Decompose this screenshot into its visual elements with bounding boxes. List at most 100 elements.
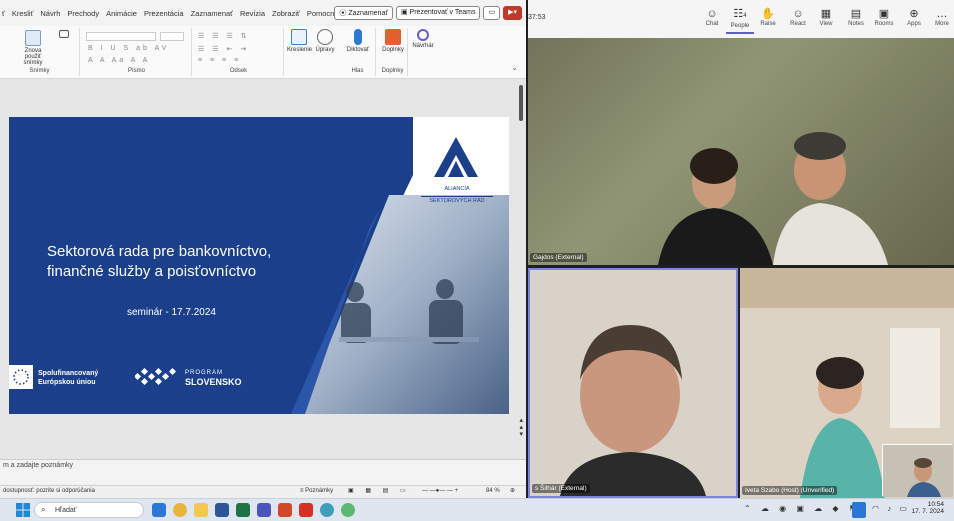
font-name-select[interactable] xyxy=(86,32,156,41)
powerpoint-window: ť Kresliť Návrh Prechody Animácie Prezen… xyxy=(0,0,526,498)
align-buttons[interactable]: ≡ ≡ ≡ ≡ xyxy=(198,57,241,64)
color-buttons[interactable]: A A Aa A A xyxy=(88,57,150,64)
people-icon: ☷4 xyxy=(726,8,754,23)
video-feed xyxy=(530,270,736,496)
self-video-feed xyxy=(883,445,953,497)
participant-tile[interactable]: Iveta Szabo (Host) (Unverified) xyxy=(740,268,954,498)
accessibility-status[interactable]: dostupnosť: pozrite si odporúčania xyxy=(3,488,95,494)
rooms-button[interactable]: ▣ Rooms xyxy=(870,8,898,27)
menu-item[interactable]: Revízia xyxy=(240,9,265,18)
participant-tile[interactable]: Gajdos (External) xyxy=(528,38,954,265)
comments-icon[interactable]: ▭ xyxy=(483,6,501,20)
microphone-icon xyxy=(354,29,362,45)
participant-name: Gajdos (External) xyxy=(530,253,587,262)
file-explorer-icon[interactable] xyxy=(194,503,208,517)
excel-icon[interactable] xyxy=(236,503,250,517)
chrome-icon[interactable] xyxy=(173,503,187,517)
zoom-slider[interactable]: — —●— — + xyxy=(422,488,458,494)
ppt-menubar: ť Kresliť Návrh Prechody Animácie Prezen… xyxy=(0,0,526,26)
menu-item[interactable]: Prezentácia xyxy=(144,9,184,18)
view-button[interactable]: ▦ View xyxy=(812,8,840,27)
fit-slide-icon[interactable]: ⊕ xyxy=(510,487,515,494)
logo-text-2: SEKTOROVÝCH RÁD xyxy=(421,196,493,204)
program-text-2: SLOVENSKO xyxy=(185,377,242,387)
react-button[interactable]: ☺ React xyxy=(784,8,812,27)
menu-item[interactable]: Animácie xyxy=(106,9,137,18)
network-volume-battery-icons[interactable]: ◠ ♪ ▭ xyxy=(872,504,910,513)
addins-icon xyxy=(385,29,401,45)
taskbar-clock[interactable]: 10:54 17. 7. 2024 xyxy=(908,501,944,515)
rooms-icon: ▣ xyxy=(878,8,890,20)
layout-icon[interactable] xyxy=(56,30,72,40)
designer-label: Návrhár xyxy=(412,43,434,49)
zoom-level[interactable]: 84 % xyxy=(486,488,500,494)
teams-icon[interactable] xyxy=(257,503,271,517)
people-glyph: ☷ xyxy=(733,8,744,20)
ribbon-group-addins: Doplnky Doplnky xyxy=(378,28,408,76)
present-label: Prezentovať v Teams xyxy=(409,9,476,16)
acrobat-icon[interactable] xyxy=(299,503,313,517)
reuse-slides-label: Znova použiť snímky xyxy=(23,48,43,66)
taskbar-search[interactable]: ⌕ Hľadať xyxy=(34,502,144,518)
app-icon[interactable] xyxy=(341,503,355,517)
windows-start-icon[interactable] xyxy=(16,503,30,517)
participant-tile[interactable]: s Šilhár (External) xyxy=(528,268,738,498)
word-icon[interactable] xyxy=(215,503,229,517)
menu-item[interactable]: Kresliť xyxy=(12,9,34,18)
dictate-label: Diktovať xyxy=(346,47,370,53)
notes-placeholder: m a zadajte poznámky xyxy=(3,462,74,469)
react-label: React xyxy=(790,21,806,27)
designer-button[interactable]: Návrhár xyxy=(410,29,436,49)
apps-icon: ⊕ xyxy=(909,8,919,20)
notes-toggle-button[interactable]: ≡ Poznámky xyxy=(300,488,333,494)
people-count: 4 xyxy=(743,13,747,19)
present-slideshow-button[interactable]: ▶▾ xyxy=(503,6,522,20)
menu-item[interactable]: Zaznamenať xyxy=(191,9,233,18)
record-button[interactable]: ⦿ Zaznamenať xyxy=(334,6,393,20)
microphone-tray-icon[interactable] xyxy=(852,502,866,518)
raise-hand-button[interactable]: ✋ Raise xyxy=(754,8,782,27)
self-view-tile[interactable] xyxy=(882,444,953,497)
teams-app-icon[interactable] xyxy=(152,503,166,517)
more-button[interactable]: … More xyxy=(928,8,954,27)
chat-button[interactable]: ☺ Chat xyxy=(698,8,726,27)
edge-icon[interactable] xyxy=(320,503,334,517)
reuse-slides-button[interactable]: Znova použiť snímky xyxy=(18,30,48,66)
more-icon: … xyxy=(936,8,948,20)
slide-nav-arrows[interactable]: ▴ ▴ ▾ xyxy=(519,417,523,438)
notes-button[interactable]: ▤ Notes xyxy=(842,8,870,27)
group-label: Písmo xyxy=(127,68,145,74)
menu-item[interactable]: ť xyxy=(2,9,5,18)
present-in-teams-button[interactable]: ▣ Prezentovať v Teams xyxy=(395,6,481,20)
system-tray[interactable]: ⌃ ☁ ◉ ▣ ☁ ◆ ⚑ xyxy=(744,504,860,513)
editing-button[interactable]: Úpravy xyxy=(314,29,336,53)
powerpoint-icon[interactable] xyxy=(278,503,292,517)
eu-text-1: Spolufinancovaný xyxy=(38,370,99,377)
ppt-header-buttons: ⦿ Zaznamenať ▣ Prezentovať v Teams ▭ ▶▾ xyxy=(334,6,522,20)
menu-item[interactable]: Prechody xyxy=(67,9,99,18)
menu-item[interactable]: Zobraziť xyxy=(272,9,300,18)
drawing-button[interactable]: Kreslenie xyxy=(287,29,312,53)
scrollbar-thumb[interactable] xyxy=(519,85,523,121)
people-button[interactable]: ☷4 People xyxy=(726,8,754,34)
notes-pane[interactable]: m a zadajte poznámky xyxy=(0,459,526,485)
menu-item[interactable]: Návrh xyxy=(40,9,60,18)
list-buttons[interactable]: ☰ ☰ ☰ ⇅ xyxy=(198,32,250,40)
view-icon: ▦ xyxy=(820,8,832,20)
apps-button[interactable]: ⊕ Apps xyxy=(900,8,928,27)
dictate-button[interactable]: Diktovať xyxy=(344,29,372,53)
search-placeholder: Hľadať xyxy=(55,507,77,514)
slide-title-line-1: Sektorová rada pre bankovníctvo, xyxy=(47,243,272,260)
teams-window: 37:53 ☺ Chat ☷4 People ✋ Raise ☺ React ▦ View… xyxy=(528,0,954,498)
chevron-down-icon[interactable]: ⌄ xyxy=(511,63,518,72)
format-buttons[interactable]: B I U S ab AV xyxy=(88,45,169,52)
group-label: Hlas xyxy=(351,68,364,74)
notes-label: Notes xyxy=(848,21,864,27)
addins-button[interactable]: Doplnky xyxy=(380,29,406,53)
indent-buttons[interactable]: ☰ ☰ ⇤ ⇥ xyxy=(198,45,249,53)
view-buttons[interactable]: ▣ ▦ ▤ ▭ xyxy=(348,487,411,494)
rooms-label: Rooms xyxy=(874,21,894,27)
aliancia-logo xyxy=(434,137,478,177)
participant-name: Iveta Szabo (Host) (Unverified) xyxy=(742,486,838,495)
font-size-select[interactable] xyxy=(160,32,184,41)
